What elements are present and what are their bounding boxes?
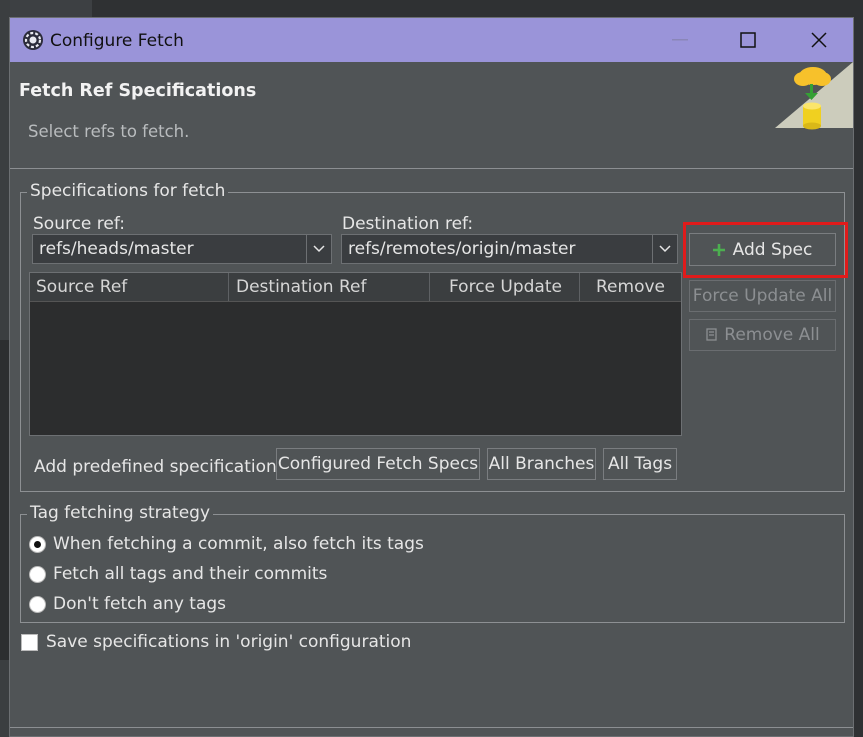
add-spec-label: Add Spec [732,239,813,260]
remove-all-button[interactable]: Remove All [689,319,836,351]
eclipse-app-icon [23,30,43,50]
radio-fetch-commit-tags[interactable]: When fetching a commit, also fetch its t… [29,534,424,554]
column-source-ref[interactable]: Source Ref [36,277,127,297]
destination-ref-label: Destination ref: [342,214,474,234]
chevron-down-icon[interactable] [306,235,331,263]
all-tags-button[interactable]: All Tags [603,448,677,480]
column-separator [579,273,580,301]
background-tab [10,0,92,17]
remove-all-icon [706,328,717,341]
bottom-separator [10,727,853,728]
window-title: Configure Fetch [50,31,184,51]
column-force-update[interactable]: Force Update [449,277,562,297]
table-header: Source Ref Destination Ref Force Update … [30,273,681,302]
destination-ref-value: refs/remotes/origin/master [348,239,576,259]
maximize-button[interactable] [730,26,766,54]
fetch-spec-table[interactable]: Source Ref Destination Ref Force Update … [29,272,682,436]
title-bar[interactable]: Configure Fetch [10,18,853,62]
predefined-spec-label: Add predefined specification [34,457,277,477]
column-separator [228,273,229,301]
configured-fetch-specs-label: Configured Fetch Specs [277,454,479,474]
minimize-icon [672,39,688,41]
page-subtitle: Select refs to fetch. [28,122,190,141]
close-icon [811,32,827,48]
save-config-checkbox-row[interactable]: Save specifications in 'origin' configur… [21,632,411,652]
radio-label: When fetching a commit, also fetch its t… [53,534,424,554]
dialog-header: Fetch Ref Specifications Select refs to … [10,62,853,169]
configured-fetch-specs-button[interactable]: Configured Fetch Specs [276,448,480,480]
column-remove[interactable]: Remove [596,277,665,297]
radio-no-tags[interactable]: Don't fetch any tags [29,594,226,614]
cloud-download-database-icon [775,62,853,130]
all-branches-button[interactable]: All Branches [487,448,596,480]
configure-fetch-dialog: Configure Fetch Fetch Ref Specifications… [9,17,854,737]
add-spec-button[interactable]: Add Spec [689,233,836,266]
save-config-label: Save specifications in 'origin' configur… [46,632,412,652]
source-ref-combo[interactable]: refs/heads/master [32,234,332,264]
maximize-icon [740,32,756,48]
source-ref-label: Source ref: [33,214,125,234]
chevron-down-icon[interactable] [652,235,677,263]
all-branches-label: All Branches [488,454,595,474]
radio-button[interactable] [29,595,46,613]
radio-label: Don't fetch any tags [53,594,227,614]
specifications-group-legend: Specifications for fetch [27,181,229,201]
minimize-button[interactable] [662,26,698,54]
all-tags-label: All Tags [607,454,673,474]
tag-fetching-group-legend: Tag fetching strategy [27,503,214,523]
remove-all-label: Remove All [724,325,820,345]
page-title: Fetch Ref Specifications [19,81,257,101]
destination-ref-combo[interactable]: refs/remotes/origin/master [341,234,678,264]
radio-fetch-all-tags[interactable]: Fetch all tags and their commits [29,564,327,584]
radio-button[interactable] [29,565,46,583]
close-button[interactable] [801,26,837,54]
column-destination-ref[interactable]: Destination Ref [236,277,366,297]
radio-label: Fetch all tags and their commits [53,564,328,584]
source-ref-value: refs/heads/master [39,239,194,259]
radio-button-selected[interactable] [29,535,46,553]
add-icon [712,243,725,256]
save-config-checkbox[interactable] [21,633,38,651]
force-update-all-button[interactable]: Force Update All [689,280,836,312]
column-separator [429,273,430,301]
force-update-all-label: Force Update All [692,286,833,306]
